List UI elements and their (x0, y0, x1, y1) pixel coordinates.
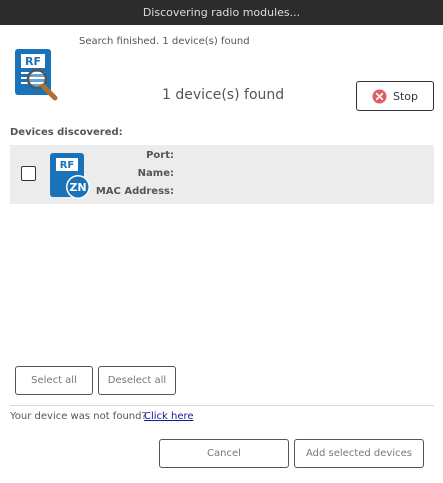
found-count-text: 1 device(s) found (162, 87, 285, 103)
device-not-found-text: Your device was not found? (10, 411, 147, 422)
device-list-item[interactable]: RF ZN Port: Name: MAC Address: (10, 145, 434, 204)
port-label: Port: (146, 150, 174, 161)
click-here-link[interactable]: Click here (144, 411, 194, 422)
name-label: Name: (137, 168, 174, 179)
svg-text:RF: RF (25, 55, 41, 68)
stop-button[interactable]: Stop (356, 81, 434, 111)
device-list-empty-area (10, 204, 434, 360)
search-status-text: Search finished. 1 device(s) found (79, 36, 250, 47)
add-selected-devices-button[interactable]: Add selected devices (294, 439, 424, 468)
select-all-button[interactable]: Select all (15, 366, 93, 395)
svg-text:RF: RF (60, 160, 75, 171)
close-circle-icon (372, 88, 387, 104)
window-title: Discovering radio modules... (142, 6, 301, 19)
deselect-all-button[interactable]: Deselect all (98, 366, 176, 395)
device-checkbox[interactable] (21, 166, 36, 181)
footer-divider (10, 405, 434, 406)
devices-section-label: Devices discovered: (10, 127, 123, 138)
mac-address-label: MAC Address: (95, 186, 174, 197)
window-titlebar: Discovering radio modules... (0, 0, 443, 25)
stop-label: Stop (392, 89, 418, 103)
cancel-button[interactable]: Cancel (159, 439, 289, 468)
rf-module-search-icon: RF (15, 49, 58, 101)
